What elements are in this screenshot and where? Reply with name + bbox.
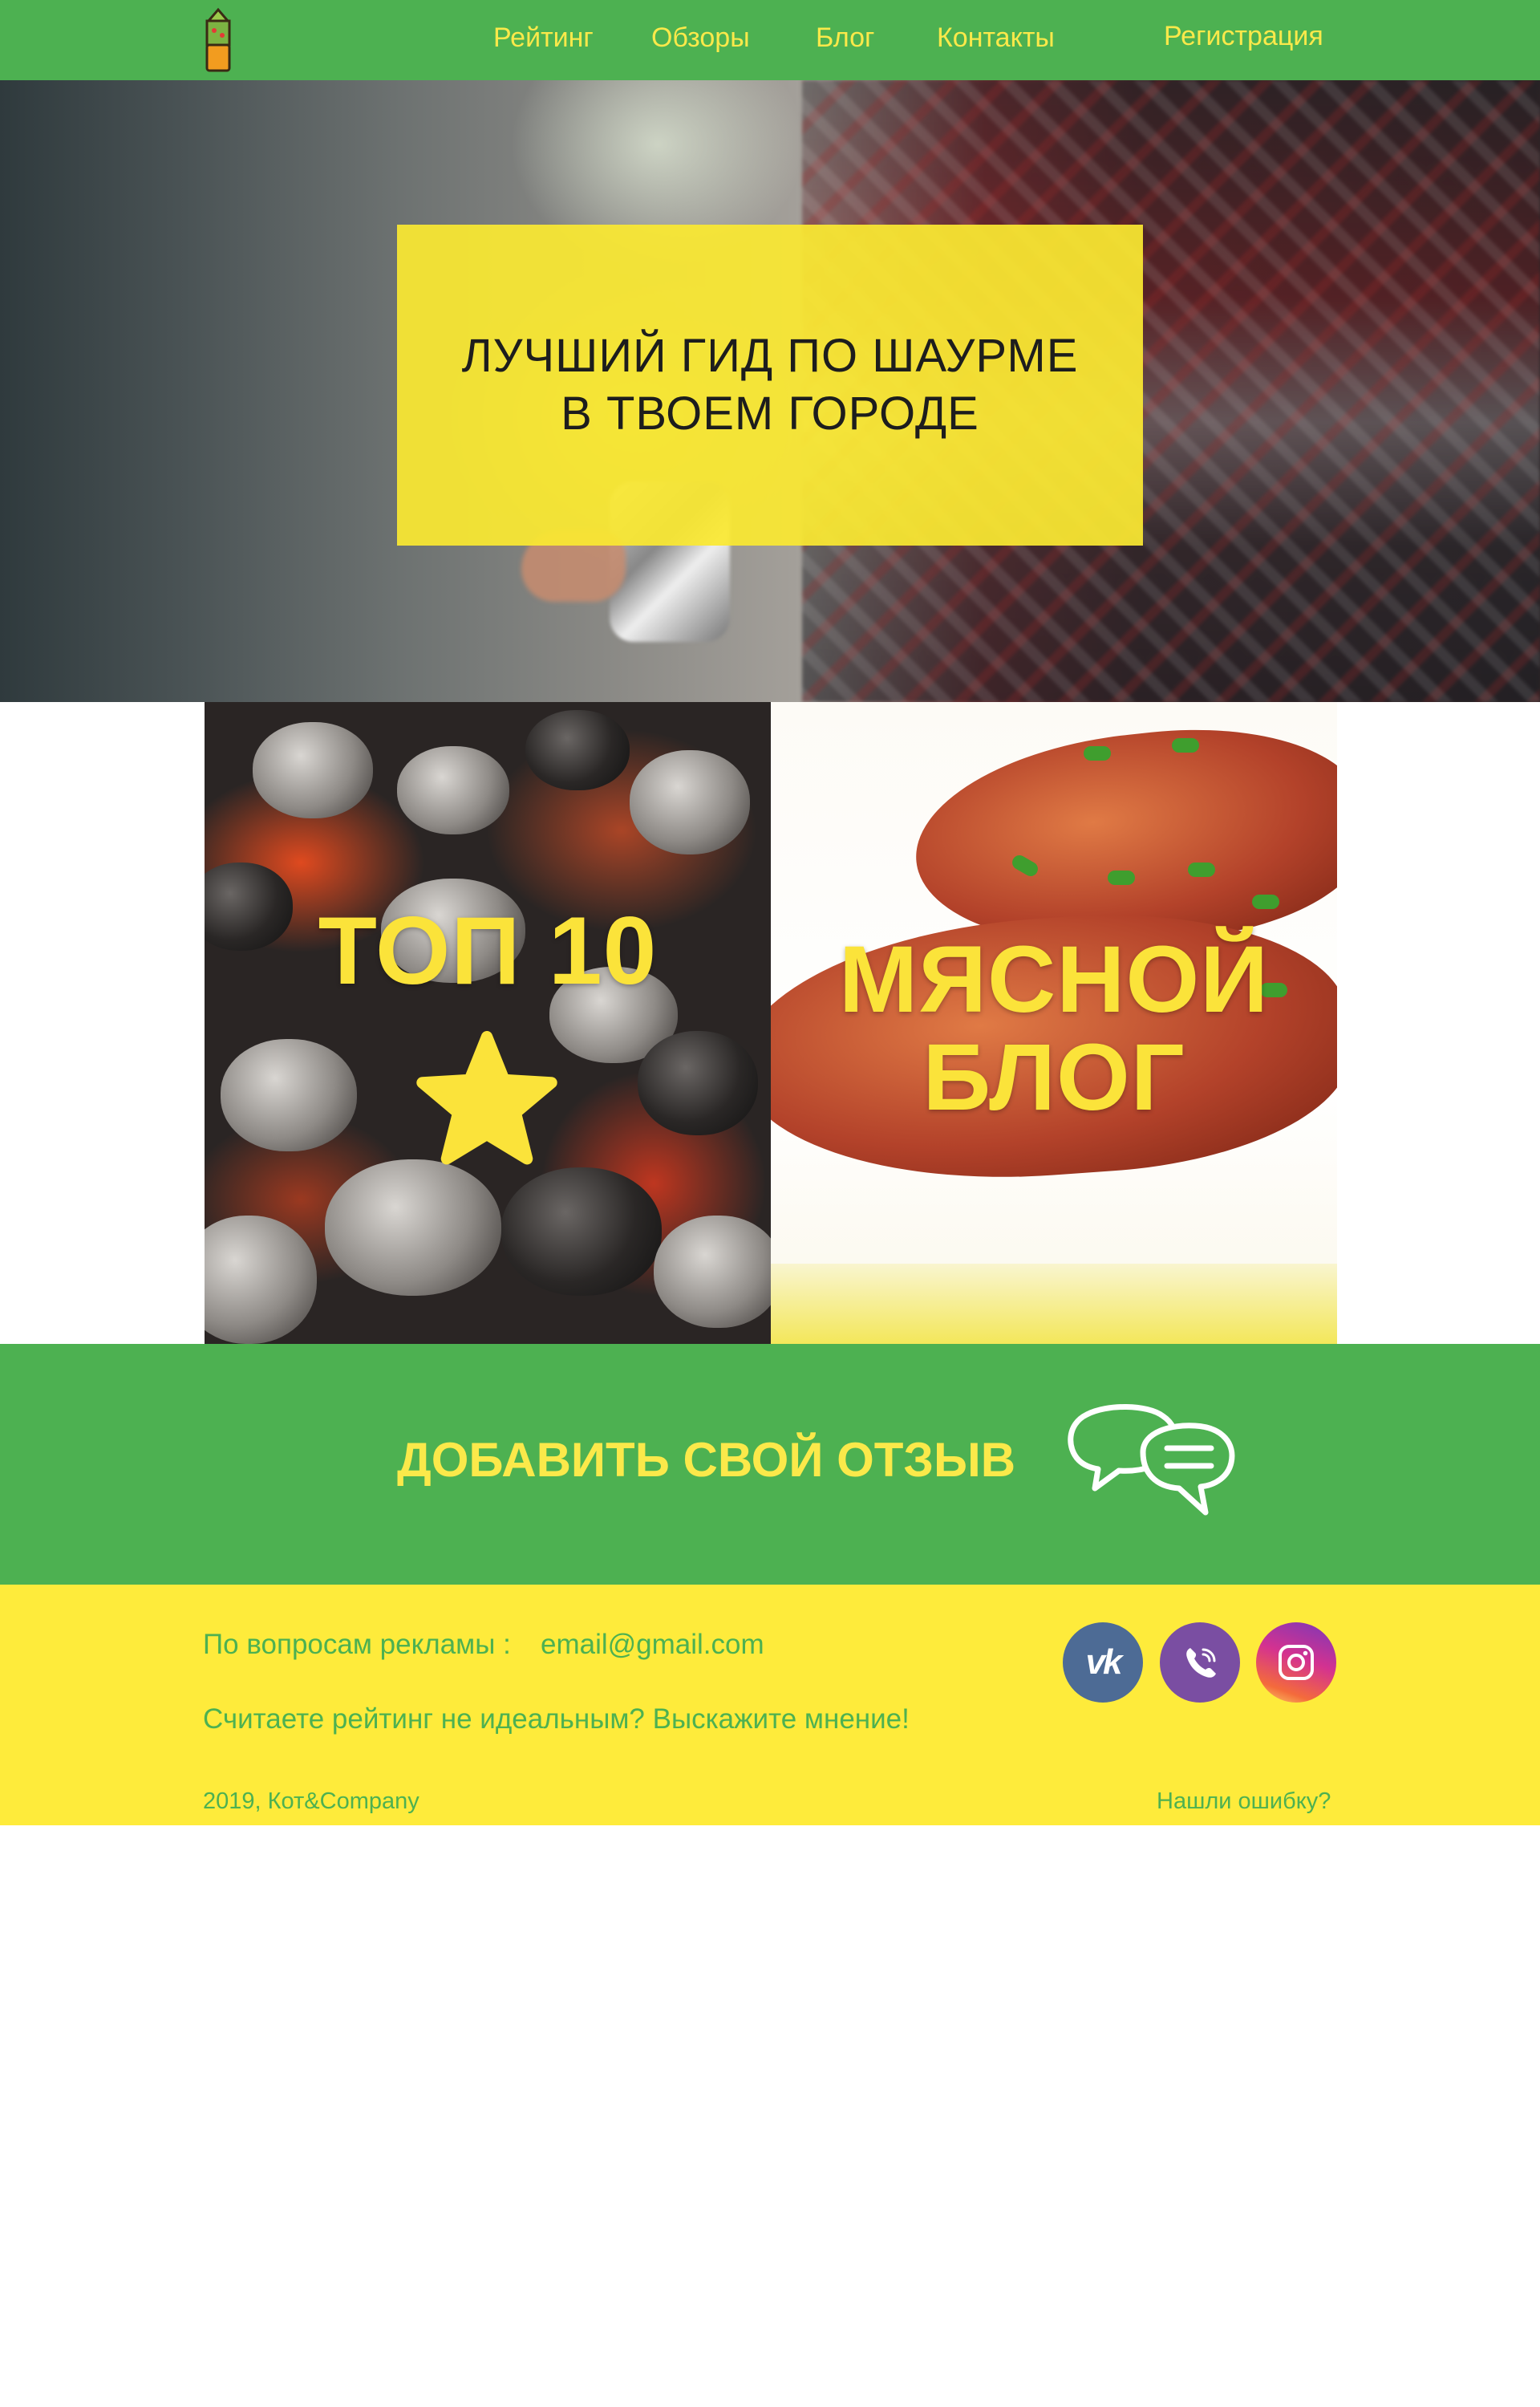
star-icon <box>416 1031 557 1165</box>
viber-icon[interactable] <box>1160 1622 1240 1703</box>
plate-background <box>771 1264 1337 1344</box>
meat-blog-card[interactable]: МЯСНОЙ БЛОГ <box>771 702 1337 1344</box>
instagram-icon[interactable] <box>1256 1622 1336 1703</box>
hero-title-box: ЛУЧШИЙ ГИД ПО ШАУРМЕ В ТВОЕМ ГОРОДЕ <box>397 225 1143 546</box>
coal-piece <box>253 722 373 818</box>
vk-logo-text: vk <box>1085 1642 1123 1682</box>
meat-blog-title-line1: МЯСНОЙ <box>838 927 1270 1033</box>
scallion-garnish <box>1188 863 1215 877</box>
scallion-garnish <box>1084 746 1111 761</box>
copyright-text: 2019, Кот&Company <box>203 1788 419 1814</box>
nav-reviews[interactable]: Обзоры <box>651 22 750 54</box>
register-link[interactable]: Регистрация <box>1164 21 1323 52</box>
hero-title-line2: В ТВОЕМ ГОРОДЕ <box>561 388 979 440</box>
phone-icon <box>1186 1648 1216 1678</box>
meat-blog-title-line2: БЛОГ <box>922 1025 1185 1130</box>
report-error-link[interactable]: Нашли ошибку? <box>1157 1788 1331 1815</box>
shawarma-logo-icon[interactable] <box>202 6 234 74</box>
ads-email-link[interactable]: email@gmail.com <box>541 1629 764 1661</box>
coal-piece <box>654 1216 771 1328</box>
coal-piece <box>397 746 509 834</box>
coal-piece <box>205 1216 317 1344</box>
coal-piece <box>221 1039 357 1151</box>
scallion-garnish <box>1172 738 1199 753</box>
nav-blog[interactable]: Блог <box>816 22 874 54</box>
site-footer: По вопросам рекламы : email@gmail.com Сч… <box>0 1585 1540 1825</box>
scallion-garnish <box>1108 871 1135 885</box>
site-header: Рейтинг Обзоры Блог Контакты Регистрация <box>0 0 1540 80</box>
coal-piece <box>501 1167 662 1296</box>
top10-card[interactable]: ТОП 10 <box>205 702 771 1344</box>
coal-piece <box>325 1159 501 1296</box>
coal-piece <box>630 750 750 854</box>
scallion-garnish <box>1252 895 1279 909</box>
ads-contact-label: По вопросам рекламы : <box>203 1629 511 1660</box>
nav-rating[interactable]: Рейтинг <box>493 22 594 54</box>
camera-icon <box>1279 1645 1314 1680</box>
coal-piece <box>525 710 630 790</box>
top10-title: ТОП 10 <box>318 897 658 1005</box>
chat-bubbles-icon[interactable] <box>1063 1400 1239 1520</box>
vk-icon[interactable]: vk <box>1063 1622 1143 1703</box>
feedback-link[interactable]: Считаете рейтинг не идеальным? Выскажите… <box>203 1703 910 1735</box>
coal-piece <box>638 1031 758 1135</box>
add-review-link[interactable]: ДОБАВИТЬ СВОЙ ОТЗЫВ <box>397 1432 1015 1488</box>
add-review-section: ДОБАВИТЬ СВОЙ ОТЗЫВ <box>0 1344 1540 1585</box>
hero-title-line1: ЛУЧШИЙ ГИД ПО ШАУРМЕ <box>461 330 1079 382</box>
nav-contacts[interactable]: Контакты <box>937 22 1055 54</box>
hero-banner: ЛУЧШИЙ ГИД ПО ШАУРМЕ В ТВОЕМ ГОРОДЕ <box>0 80 1540 702</box>
